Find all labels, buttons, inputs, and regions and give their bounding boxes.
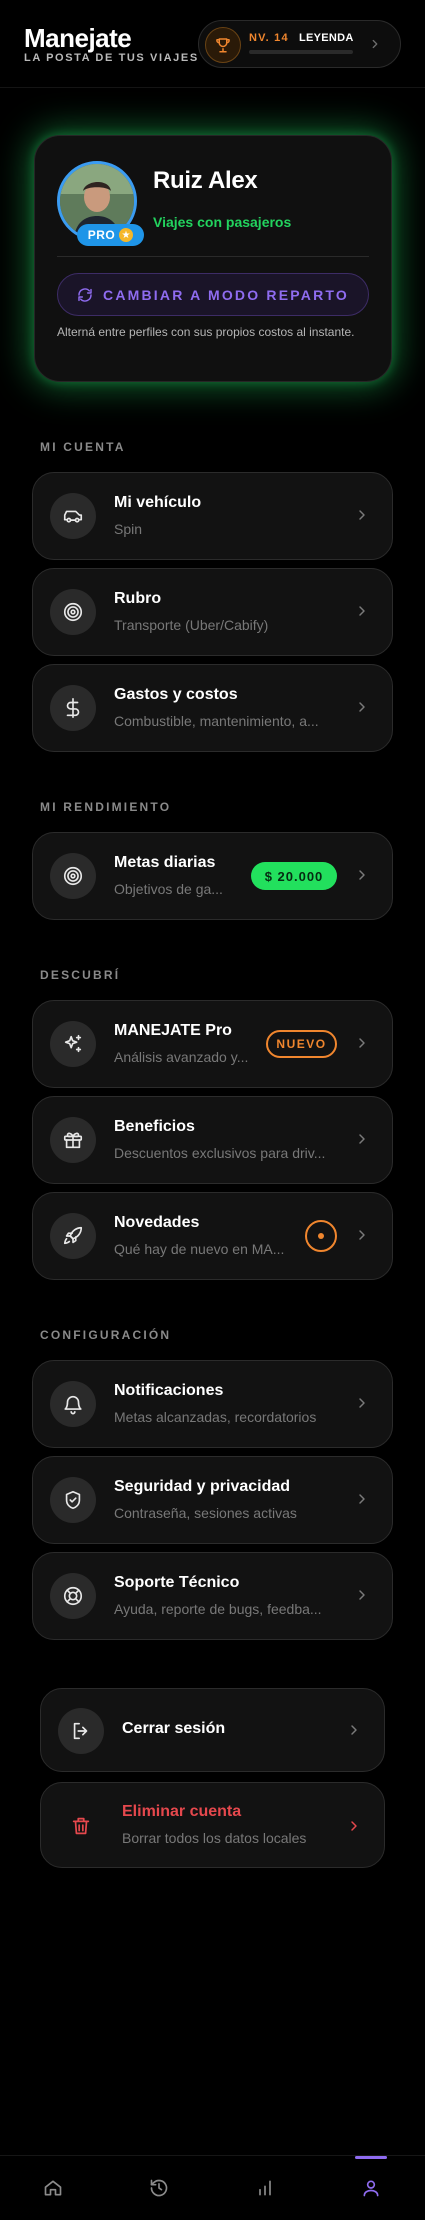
delete-account-subtitle: Borrar todos los datos locales	[122, 1830, 307, 1846]
new-badge: NUEVO	[266, 1030, 337, 1058]
metas-subtitle: Objetivos de ga...	[114, 881, 223, 897]
switch-mode-button[interactable]: CAMBIAR A MODO REPARTO	[57, 273, 369, 316]
refresh-icon	[78, 287, 92, 302]
level-number: NV. 14	[249, 32, 289, 44]
chevron-right-icon	[354, 1227, 370, 1248]
log-out-icon	[58, 1708, 104, 1754]
metas-amount-badge: $ 20.000	[251, 862, 337, 890]
trash-icon	[58, 1803, 104, 1849]
vehicle-title: Mi vehículo	[114, 494, 202, 511]
trophy-icon	[205, 27, 241, 63]
notificaciones-row[interactable]: Notificaciones Metas alcanzadas, recorda…	[32, 1360, 393, 1448]
notificaciones-subtitle: Metas alcanzadas, recordatorios	[114, 1409, 317, 1425]
section-descubri: DESCUBRÍ	[40, 968, 121, 982]
dollar-icon	[50, 685, 96, 731]
pro-title: MANEJATE Pro	[114, 1022, 232, 1039]
pro-row[interactable]: MANEJATE Pro Análisis avanzado y... NUEV…	[32, 1000, 393, 1088]
beneficios-title: Beneficios	[114, 1118, 195, 1135]
switch-mode-label: CAMBIAR A MODO REPARTO	[103, 286, 349, 303]
chevron-right-icon	[354, 867, 370, 888]
app-subtitle: LA POSTA DE TUS VIAJES	[24, 52, 199, 64]
vehicle-subtitle: Spin	[114, 521, 143, 537]
soporte-row[interactable]: Soporte Técnico Ayuda, reporte de bugs, …	[32, 1552, 393, 1640]
level-progress-bar	[249, 50, 353, 54]
profile-card: PRO ★ Ruiz Alex Viajes con pasajeros CAM…	[34, 135, 392, 382]
chevron-right-icon	[354, 603, 370, 624]
star-icon: ★	[119, 228, 134, 242]
logout-button[interactable]: Cerrar sesión	[40, 1688, 385, 1772]
chevron-right-icon	[354, 507, 370, 528]
divider	[57, 256, 369, 257]
history-icon[interactable]	[147, 2176, 171, 2200]
delete-account-button[interactable]: Eliminar cuenta Borrar todos los datos l…	[40, 1782, 385, 1868]
active-tab-indicator	[355, 2156, 387, 2159]
chevron-right-icon	[354, 699, 370, 720]
pro-badge-label: PRO	[87, 228, 116, 242]
lifebuoy-icon	[50, 1573, 96, 1619]
logout-label: Cerrar sesión	[122, 1720, 226, 1737]
brand: Manejate LA POSTA DE TUS VIAJES	[24, 24, 199, 64]
home-icon[interactable]	[41, 2176, 65, 2200]
bell-icon	[50, 1381, 96, 1427]
app-header: Manejate LA POSTA DE TUS VIAJES NV. 14 L…	[0, 0, 425, 88]
section-configuracion: CONFIGURACIÓN	[40, 1328, 172, 1342]
metas-title: Metas diarias	[114, 854, 216, 871]
chevron-right-icon	[354, 1035, 370, 1056]
app-title: Manejate	[24, 23, 132, 53]
target-icon	[50, 589, 96, 635]
novedades-subtitle: Qué hay de nuevo en MA...	[114, 1241, 285, 1257]
notificaciones-title: Notificaciones	[114, 1382, 224, 1399]
novedades-row[interactable]: Novedades Qué hay de nuevo en MA...	[32, 1192, 393, 1280]
unread-dot-badge	[305, 1220, 337, 1252]
gastos-title: Gastos y costos	[114, 686, 238, 703]
gift-icon	[50, 1117, 96, 1163]
chevron-right-icon	[354, 1587, 370, 1608]
gastos-subtitle: Combustible, mantenimiento, a...	[114, 713, 319, 729]
pro-subtitle: Análisis avanzado y...	[114, 1049, 249, 1065]
rubro-title: Rubro	[114, 590, 162, 607]
seguridad-row[interactable]: Seguridad y privacidad Contraseña, sesio…	[32, 1456, 393, 1544]
beneficios-row[interactable]: Beneficios Descuentos exclusivos para dr…	[32, 1096, 393, 1184]
novedades-title: Novedades	[114, 1214, 200, 1231]
section-mi-cuenta: MI CUENTA	[40, 440, 126, 454]
gastos-row[interactable]: Gastos y costos Combustible, mantenimien…	[32, 664, 393, 752]
chevron-right-icon	[346, 1722, 362, 1743]
chevron-right-icon	[368, 37, 382, 56]
seguridad-subtitle: Contraseña, sesiones activas	[114, 1505, 297, 1521]
chevron-right-icon	[346, 1818, 362, 1839]
user-icon[interactable]	[359, 2176, 383, 2200]
chevron-right-icon	[354, 1395, 370, 1416]
profile-name: Ruiz Alex	[153, 167, 258, 194]
bottom-navigation	[0, 2155, 425, 2220]
section-mi-rendimiento: MI RENDIMIENTO	[40, 800, 172, 814]
rubro-subtitle: Transporte (Uber/Cabify)	[114, 617, 269, 633]
profile-hint: Alterná entre perfiles con sus propios c…	[57, 325, 355, 339]
soporte-title: Soporte Técnico	[114, 1574, 240, 1591]
stats-icon[interactable]	[253, 2176, 277, 2200]
chevron-right-icon	[354, 1131, 370, 1152]
level-name: LEYENDA	[299, 32, 354, 44]
chevron-right-icon	[354, 1491, 370, 1512]
shield-check-icon	[50, 1477, 96, 1523]
level-pill[interactable]: NV. 14 LEYENDA	[198, 20, 401, 68]
rubro-row[interactable]: Rubro Transporte (Uber/Cabify)	[32, 568, 393, 656]
beneficios-subtitle: Descuentos exclusivos para driv...	[114, 1145, 326, 1161]
profile-role: Viajes con pasajeros	[153, 214, 292, 230]
vehicle-row[interactable]: Mi vehículo Spin	[32, 472, 393, 560]
target-icon	[50, 853, 96, 899]
sparkles-icon	[50, 1021, 96, 1067]
rocket-icon	[50, 1213, 96, 1259]
soporte-subtitle: Ayuda, reporte de bugs, feedba...	[114, 1601, 322, 1617]
metas-row[interactable]: Metas diarias Objetivos de ga... $ 20.00…	[32, 832, 393, 920]
pro-badge: PRO ★	[77, 224, 144, 246]
delete-account-title: Eliminar cuenta	[122, 1803, 242, 1820]
car-icon	[50, 493, 96, 539]
seguridad-title: Seguridad y privacidad	[114, 1478, 291, 1495]
